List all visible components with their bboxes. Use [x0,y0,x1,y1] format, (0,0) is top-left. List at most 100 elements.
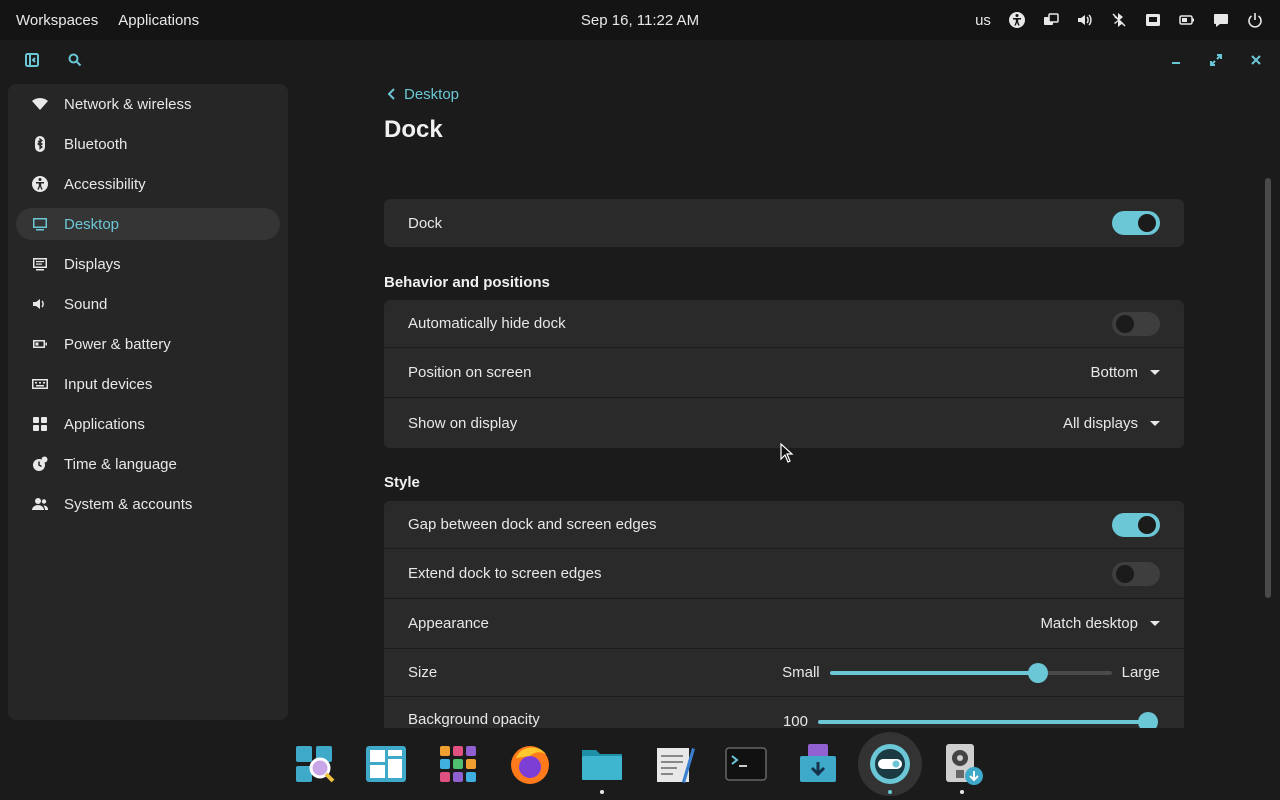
extend-toggle[interactable] [1112,561,1160,586]
sidebar-item-label: Sound [64,295,108,313]
opacity-slider-thumb[interactable] [1138,711,1158,728]
behavior-heading: Behavior and positions [384,274,550,291]
dock-installer[interactable] [930,732,994,796]
bluetooth-off-icon[interactable] [1102,0,1136,40]
sidebar-item-label: Applications [64,415,145,433]
dock-firefox[interactable] [498,732,562,796]
sidebar-item-sound[interactable]: Sound [16,288,280,320]
notifications-icon[interactable] [1204,0,1238,40]
caret-down-icon [1150,370,1160,375]
size-slider[interactable] [829,662,1112,683]
chevron-left-icon [387,88,395,100]
speaker-icon [32,296,48,312]
behavior-card: Automatically hide dock Position on scre… [384,300,1184,448]
position-dropdown[interactable]: Bottom [1090,364,1160,381]
toggle-knob [1138,515,1156,534]
auto-hide-row[interactable]: Automatically hide dock [384,300,1184,348]
opacity-value: 100 [782,713,808,728]
sidebar-item-network[interactable]: Network & wireless [16,88,280,120]
show-on-display-dropdown[interactable]: All displays [1063,415,1160,432]
accessibility-icon[interactable] [1000,0,1034,40]
opacity-row: Background opacity 100 [384,697,1184,728]
gap-toggle[interactable] [1112,512,1160,537]
minimize-icon[interactable] [1166,50,1186,70]
dock-files[interactable] [570,732,634,796]
wifi-icon [32,96,48,112]
users-icon [32,496,48,512]
settings-icon [870,744,910,784]
toggle-knob [1116,314,1134,333]
top-panel: Workspaces Applications Sep 16, 11:22 AM… [0,0,1280,40]
sidebar-item-applications[interactable]: Applications [16,408,280,440]
caret-down-icon [1150,420,1160,426]
dock-launcher[interactable] [426,732,490,796]
volume-icon[interactable] [1068,0,1102,40]
search-icon[interactable] [65,50,85,70]
workspaces-indicator-icon[interactable] [1034,0,1068,40]
applications-button[interactable]: Applications [108,8,209,33]
sidebar-item-input-devices[interactable]: Input devices [16,368,280,400]
text-editor-icon [657,748,695,783]
dock-enable-row[interactable]: Dock [384,199,1184,247]
store-icon [800,744,836,782]
app-library-icon [296,746,335,783]
time-language-icon [32,456,48,472]
terminal-icon [725,747,767,781]
appearance-label: Appearance [408,615,489,632]
slider-fill [829,670,1039,675]
extend-row[interactable]: Extend dock to screen edges [384,549,1184,599]
dock-app-library[interactable] [282,732,346,796]
sidebar-item-label: Desktop [64,215,120,233]
firefox-icon [511,746,549,784]
header-bar [0,40,1280,80]
sidebar-item-accessibility[interactable]: Accessibility [16,168,280,200]
position-value: Bottom [1090,364,1138,381]
breadcrumb-desktop-link[interactable]: Desktop [404,86,459,103]
clock[interactable]: Sep 16, 11:22 AM [581,12,699,29]
workspaces-button[interactable]: Workspaces [6,8,108,33]
size-slider-thumb[interactable] [1028,662,1049,683]
dock-store[interactable] [786,732,850,796]
opacity-label: Background opacity [408,711,540,728]
running-indicator [600,790,604,794]
keyboard-layout-indicator[interactable]: us [966,0,1000,40]
opacity-slider[interactable] [818,711,1158,728]
launcher-grid-icon [440,746,476,782]
sidebar-toggle-icon[interactable] [22,50,42,70]
show-on-display-value: All displays [1062,414,1138,432]
network-wired-icon[interactable] [1136,0,1170,40]
sidebar-item-bluetooth[interactable]: Bluetooth [16,128,280,160]
monitor-icon [32,216,48,232]
sidebar-item-label: Displays [64,255,121,273]
settings-content: Desktop Dock Dock Behavior and positions… [384,84,1184,728]
dock-workspaces[interactable] [354,732,418,796]
installer-icon [946,744,983,785]
appearance-dropdown[interactable]: Match desktop [1040,615,1160,632]
position-label: Position on screen [408,364,532,381]
dock-text-editor[interactable] [642,732,706,796]
dock-enable-toggle[interactable] [1112,211,1160,235]
sidebar-item-label: Bluetooth [64,135,128,153]
sidebar-item-desktop[interactable]: Desktop [16,208,280,240]
dock-settings[interactable] [858,732,922,796]
sidebar-item-displays[interactable]: Displays [16,248,280,280]
auto-hide-toggle[interactable] [1112,311,1160,336]
dock-toggle-card: Dock [384,199,1184,247]
apps-grid-icon [32,416,48,432]
keyboard-icon [32,376,48,392]
show-on-display-row: Show on display All displays [384,398,1184,448]
dock-terminal[interactable] [714,732,778,796]
sidebar-item-power[interactable]: Power & battery [16,328,280,360]
close-icon[interactable] [1246,50,1266,70]
power-icon[interactable] [1238,0,1272,40]
gap-row[interactable]: Gap between dock and screen edges [384,501,1184,549]
battery-icon[interactable] [1170,0,1204,40]
sidebar-item-system-accounts[interactable]: System & accounts [16,488,280,520]
appearance-row: Appearance Match desktop [384,599,1184,649]
sidebar-item-time-language[interactable]: Time & language [16,448,280,480]
system-tray: us [966,0,1272,40]
maximize-icon[interactable] [1206,50,1226,70]
content-scrollbar[interactable] [1265,178,1271,598]
page-title: Dock [384,116,443,143]
breadcrumb[interactable]: Desktop [386,84,1184,104]
